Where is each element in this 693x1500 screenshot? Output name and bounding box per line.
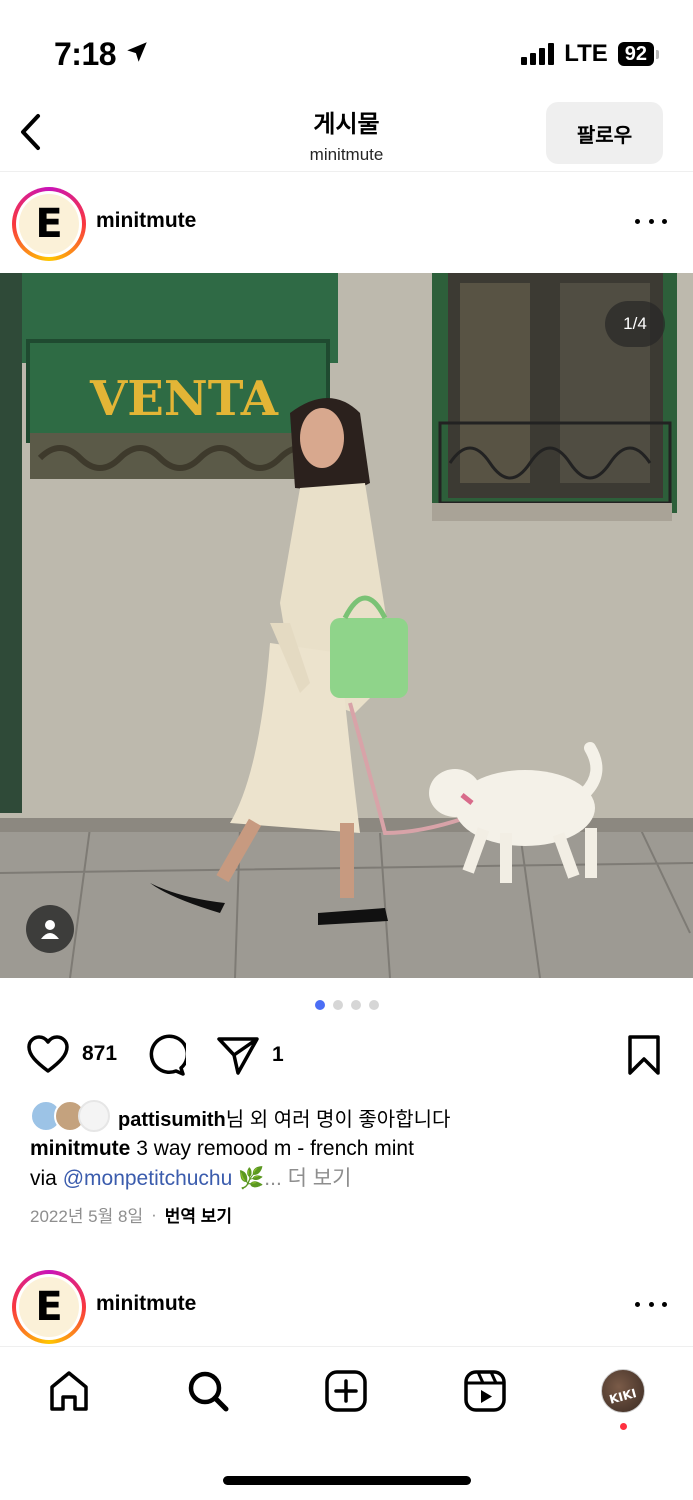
- profile-avatar: KIKI: [601, 1369, 645, 1413]
- clock: 7:18: [54, 36, 117, 72]
- more-icon-dot: [635, 1301, 640, 1307]
- person-icon: [41, 920, 59, 939]
- more-icon-dot: [635, 218, 640, 224]
- likes-suffix: 님 외 여러 명이 좋아합니다: [225, 1108, 451, 1131]
- likes-text: pattisumith님 외 여러 명이 좋아합니다: [118, 1103, 450, 1132]
- tab-profile[interactable]: KIKI: [599, 1367, 647, 1415]
- tagged-users-button[interactable]: [26, 905, 74, 953]
- more-caption-link[interactable]: ... 더 보기: [264, 1167, 351, 1190]
- post-header: E minitmute: [0, 173, 693, 273]
- search-icon: [188, 1371, 229, 1412]
- tab-reels[interactable]: [461, 1367, 509, 1415]
- tab-create[interactable]: [322, 1367, 370, 1415]
- status-bar: 7:18 LTE 92: [0, 0, 693, 100]
- battery-icon: 92: [617, 42, 659, 66]
- carousel-dot: [368, 1000, 379, 1010]
- more-options-button[interactable]: [635, 207, 667, 235]
- post-date: 2022년 5월 8일: [30, 1207, 144, 1226]
- carousel-indicator: [0, 1000, 693, 1010]
- next-post-avatar[interactable]: E: [12, 1270, 86, 1344]
- nav-header: 게시물 minitmute 팔로우: [0, 100, 693, 172]
- profile-avatar-text: KIKI: [608, 1386, 638, 1407]
- sign-text: VENTA: [89, 371, 279, 427]
- image-counter: 1/4: [605, 301, 665, 347]
- status-indicators: LTE 92: [521, 40, 659, 68]
- caption-line-1: minitmute 3 way remood m - french mint: [30, 1134, 670, 1164]
- send-icon: [217, 1037, 259, 1075]
- post-username[interactable]: minitmute: [96, 209, 196, 233]
- avatar-logo: E: [19, 1277, 79, 1337]
- carousel-dot: [350, 1000, 361, 1010]
- tab-search[interactable]: [184, 1367, 232, 1415]
- plus-square-icon: [325, 1370, 367, 1412]
- home-indicator: [223, 1476, 471, 1485]
- caption-line-2: via @monpetitchuchu 🌿... 더 보기: [30, 1164, 670, 1194]
- next-post-username[interactable]: minitmute: [96, 1292, 196, 1316]
- heart-icon: [27, 1035, 69, 1073]
- herb-emoji: 🌿: [238, 1167, 265, 1190]
- more-icon-dot: [648, 218, 654, 224]
- home-icon: [50, 1371, 88, 1411]
- avatar-logo: E: [19, 194, 79, 254]
- share-count: 1: [272, 1043, 284, 1066]
- next-post-more-button[interactable]: [635, 1290, 667, 1318]
- caption-username[interactable]: minitmute: [30, 1137, 130, 1160]
- follow-button[interactable]: 팔로우: [546, 102, 663, 164]
- more-icon-dot: [662, 218, 667, 224]
- signal-icon: [521, 43, 555, 65]
- tab-home[interactable]: [45, 1367, 93, 1415]
- network-label: LTE: [564, 40, 608, 67]
- like-count: 871: [82, 1042, 118, 1065]
- location-arrow-icon: [124, 36, 150, 73]
- more-icon-dot: [662, 1301, 667, 1307]
- comment-icon: [149, 1034, 186, 1076]
- carousel-dot: [332, 1000, 343, 1010]
- more-icon-dot: [648, 1301, 654, 1307]
- liker-username[interactable]: pattisumith: [118, 1109, 226, 1131]
- comment-action[interactable]: [144, 1034, 186, 1076]
- battery-level: 92: [617, 42, 654, 66]
- status-time: 7:18: [54, 36, 150, 73]
- translate-link[interactable]: 번역 보기: [165, 1202, 232, 1227]
- share-action[interactable]: 1: [216, 1034, 284, 1076]
- post-meta: 2022년 5월 8일 · 번역 보기: [30, 1202, 232, 1227]
- avatar[interactable]: E: [12, 187, 86, 261]
- bookmark-icon: [628, 1035, 660, 1075]
- like-action[interactable]: 871: [26, 1034, 117, 1074]
- caption-mention[interactable]: @monpetitchuchu: [63, 1167, 233, 1190]
- save-action[interactable]: [626, 1034, 662, 1076]
- likes-summary[interactable]: pattisumith님 외 여러 명이 좋아합니다: [30, 1100, 450, 1134]
- post-actions: 871 1: [0, 1034, 693, 1078]
- reels-icon: [464, 1370, 506, 1412]
- post-image[interactable]: VENTA 1/4: [0, 273, 693, 978]
- liker-avatars: [30, 1100, 114, 1134]
- caption-via: via: [30, 1167, 57, 1190]
- meta-separator: ·: [151, 1204, 157, 1224]
- notification-dot: [620, 1423, 627, 1430]
- caption: minitmute 3 way remood m - french mint v…: [30, 1134, 670, 1194]
- carousel-dot-active: [314, 1000, 325, 1010]
- caption-text: 3 way remood m - french mint: [136, 1137, 414, 1160]
- photo-illustration: VENTA: [0, 273, 693, 978]
- liker-avatar: [78, 1100, 110, 1132]
- next-post-header: E minitmute: [0, 1256, 693, 1356]
